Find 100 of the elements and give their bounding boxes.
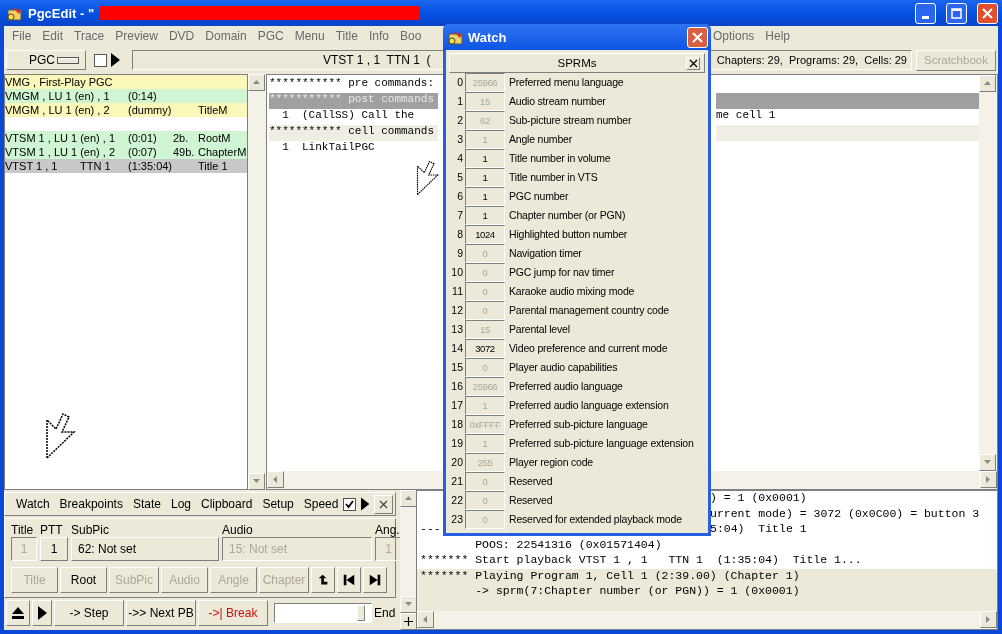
register-index: 19 (450, 436, 464, 451)
log-text: POOS: 22541316 (0x01571404) (474, 537, 663, 553)
register-index: 4 (456, 151, 464, 166)
register-name: Navigation timer (508, 246, 583, 261)
window-title: Watch (468, 29, 508, 45)
list-cell-text: VTSM 1 , LU 1 (en) , 1 (5, 131, 117, 145)
register-name: Preferred audio language (508, 379, 624, 394)
speed-label: End (374, 606, 396, 620)
register-value: 15 (465, 320, 505, 339)
register-index: 9 (456, 246, 464, 261)
panel-title: SPRMs (557, 57, 597, 69)
register-name: Title number in volume (508, 151, 612, 166)
register-value: 25966 (465, 73, 505, 92)
list-cell-text: Title 1 (198, 159, 229, 173)
register-index: 13 (450, 322, 464, 337)
register-index: 14 (450, 341, 464, 356)
log-text: ******* Playing Program 1, Cell 1 (2:39.00) (Chapter 1) (420, 568, 801, 584)
register-name: PGC jump for nav timer (508, 265, 616, 280)
register-value: 62 (465, 111, 505, 130)
register-name: Audio stream number (508, 94, 607, 109)
register-name: Preferred sub-picture language extension (508, 436, 695, 451)
field-label: Ang. (375, 523, 401, 537)
register-value: 1024 (465, 225, 505, 244)
register-name: Parental management country code (508, 303, 670, 318)
list-cell-text: VTSM 1 , LU 1 (en) , 2 (5, 145, 117, 159)
register-value: 255 (465, 453, 505, 472)
list-cell-text: 2b. (173, 131, 190, 145)
register-name: Reserved for extended playback mode (508, 512, 683, 527)
register-value: 1 (465, 434, 505, 453)
list-cell-text: 49b. (173, 145, 196, 159)
register-name: Preferred audio language extension (508, 398, 670, 413)
register-value: 3072 (465, 339, 505, 358)
list-cell-text: RootM (198, 131, 232, 145)
list-cell-text: VMGM , LU 1 (en) , 1 (5, 89, 111, 103)
field-label: Audio (222, 523, 254, 537)
register-value: 1 (465, 206, 505, 225)
register-index: 11 (451, 284, 464, 299)
window-title: PgcEdit - " (28, 5, 95, 21)
list-cell-text: VMGM , LU 1 (en) , 2 (5, 103, 111, 117)
value-field: 1 (11, 537, 37, 561)
register-value: 1 (465, 396, 505, 415)
register-value: 0xFFFF (465, 415, 505, 434)
list-cell-text: (0:01) (128, 131, 158, 145)
list-cell-text: (dummy) (128, 103, 173, 117)
register-name: Title number in VTS (508, 170, 599, 185)
register-name: Preferred menu language (508, 75, 625, 90)
list-cell-text: (0:14) (128, 89, 158, 103)
register-index: 21 (450, 474, 464, 489)
register-name: Reserved (508, 474, 554, 489)
register-index: 2 (456, 113, 464, 128)
register-name: Karaoke audio mixing mode (508, 284, 636, 299)
field-label: Title (11, 523, 35, 537)
register-value: 1 (465, 130, 505, 149)
list-cell-text: TitleM (198, 103, 229, 117)
register-index: 1 (456, 94, 464, 109)
register-name: Video preference and current mode (508, 341, 669, 356)
register-index: 16 (450, 379, 464, 394)
list-cell-text: (0:07) (128, 145, 158, 159)
register-index: 18 (450, 417, 464, 432)
register-index: 23 (450, 512, 464, 527)
register-value: 25966 (465, 377, 505, 396)
list-cell-text: (1:35:04) (128, 159, 174, 173)
register-name: Angle number (508, 132, 573, 147)
register-index: 5 (456, 170, 464, 185)
log-text: 5:04) Title 1 (710, 522, 808, 537)
register-index: 7 (456, 208, 464, 223)
log-text: -> sprm(7:Chapter number (or PGN)) = 1 (0x0001) (474, 584, 801, 599)
register-index: 12 (450, 303, 464, 318)
register-index: 6 (456, 189, 464, 204)
register-index: 22 (450, 493, 464, 508)
value-field: 15: Not set (222, 537, 372, 561)
log-text: ) = 1 (0x0001) (710, 491, 808, 506)
register-name: Player region code (508, 455, 594, 470)
list-cell: ChapterM (198, 145, 247, 159)
list-cell-text: TTN 1 (80, 159, 112, 173)
register-index: 0 (456, 75, 464, 90)
register-index: 17 (450, 398, 464, 413)
register-name: Preferred sub-picture language (508, 417, 649, 432)
register-index: 8 (456, 227, 464, 242)
log-text: --- (420, 522, 442, 537)
register-index: 3 (456, 132, 464, 147)
register-name: PGC number (508, 189, 570, 204)
field-label: PTT (40, 523, 64, 537)
register-name: Chapter number (or PGN) (508, 208, 627, 223)
register-value: 1 (465, 187, 505, 206)
field-label: SubPic (71, 523, 111, 537)
register-value: 15 (465, 92, 505, 111)
register-name: Reserved (508, 493, 554, 508)
location-text: VTST 1 , 1 TTN 1 ( (323, 53, 431, 67)
log-text: ******* Start playback VTST 1 , 1 TTN 1 (1:35:04) Title 1... (420, 553, 863, 568)
log-text: urrent mode) = 3072 (0x0C00) = button 3 (710, 506, 981, 522)
register-index: 20 (450, 455, 464, 470)
register-value: 1 (465, 168, 505, 187)
register-index: 10 (450, 265, 464, 280)
summary-text: Chapters: 29, Programs: 29, Cells: 29 (716, 54, 907, 66)
register-name: Player audio capabilities (508, 360, 619, 375)
list-cell-text: VTST 1 , 1 (5, 159, 59, 173)
register-name: Parental level (508, 322, 571, 337)
register-value: 1 (465, 149, 505, 168)
register-name: Sub-picture stream number (508, 113, 633, 128)
